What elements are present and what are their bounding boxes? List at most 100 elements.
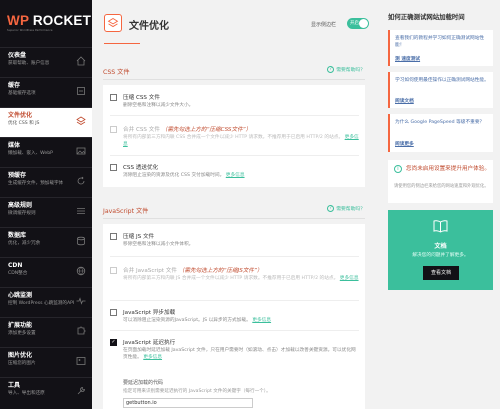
- option-desc: 删除空格和注释以减少文件大小。: [123, 103, 194, 108]
- help-box: 查看我们的教程并学习如何正确测试网站性能！ 测 速度测试: [388, 30, 493, 66]
- checkbox: [110, 267, 117, 274]
- globe-icon: [76, 266, 86, 276]
- doc-desc: 解决您的问题并了解更多。: [412, 253, 469, 258]
- option-label: 压缩 CSS 文件: [123, 95, 160, 101]
- help-box-text: 查看我们的教程并学习如何正确测试网站性能！: [395, 36, 485, 48]
- database-icon: [77, 236, 85, 246]
- home-icon: [76, 56, 86, 66]
- divider: [110, 300, 359, 301]
- more-info-link[interactable]: 更多信息: [226, 173, 245, 178]
- checkbox[interactable]: [110, 164, 117, 171]
- help-box-link[interactable]: 阅读文档: [395, 98, 414, 104]
- logo[interactable]: WP ROCKET Superior WordPress Performance: [0, 0, 92, 38]
- checkbox[interactable]: [110, 94, 117, 101]
- help-box: 学习如何使用最佳操作以正确测试网站性能。 阅读文档: [388, 72, 493, 108]
- option-desc: 移除空格和注释以减小文件体积。: [123, 242, 194, 247]
- sidebar-item-heartbeat[interactable]: 心跳监测 控制 WordPress 心跳监测的API: [0, 287, 92, 317]
- checkbox: [110, 126, 117, 133]
- section-title: CSS 文件: [103, 69, 130, 76]
- doc-title: 文档: [434, 243, 447, 250]
- sidebar-item-sub: 控制 WordPress 心跳监测的API: [8, 301, 75, 306]
- main-content: 文件优化 显示侧边栏 开启 CSS 文件 ? 需要帮助吗？ 压缩 CSS 文件 删…: [92, 0, 375, 409]
- divider: [110, 256, 359, 257]
- question-icon: ?: [327, 66, 335, 73]
- question-icon: ?: [327, 205, 335, 212]
- sidebar: WP ROCKET Superior WordPress Performance…: [0, 0, 92, 409]
- sidebar-toggle[interactable]: 开启: [347, 18, 369, 29]
- option-label: JavaScript 延迟执行: [123, 340, 176, 346]
- delay-exclusions-desc: 指定可用来识别需要延迟执行的 JavaScript 文件的关键字（每行一个）。: [123, 389, 271, 394]
- help-label: 需要帮助吗？: [336, 68, 365, 73]
- delay-exclusions-label: 要延迟加载的代码: [123, 380, 164, 386]
- documentation-card: 文档 解决您的问题并了解更多。 查看文档: [388, 210, 493, 290]
- delay-exclusions-textarea[interactable]: getbutton.io: [123, 398, 253, 408]
- cache-icon: [77, 87, 85, 95]
- tools-icon: [77, 387, 85, 395]
- option-hint: （需先勾选上方的“压缩JS文件”）: [178, 268, 263, 274]
- divider: [110, 155, 359, 156]
- aside-title: 如何正确测试网站加载时间: [388, 13, 465, 21]
- sidebar-item-dashboard[interactable]: 仪表盘 获取帮助、账户信息: [0, 47, 92, 77]
- section-divider: [103, 79, 365, 80]
- sidebar-item-cache[interactable]: 缓存 基础缓存选项: [0, 77, 92, 107]
- help-link[interactable]: ? 需要帮助吗？: [327, 205, 365, 212]
- option-desc-text: 可以消除阻止渲染资源的JavaScript。JS 以异步的方式加载。: [123, 318, 251, 323]
- info-notice: i 您尚未启用设置来提升用户体验。 请使用您的侧边栏来给您的网站速度和外观优化。: [388, 160, 493, 203]
- view-docs-button[interactable]: 查看文档: [423, 266, 459, 280]
- checkbox-checked[interactable]: ✓: [110, 339, 117, 346]
- option-label: 合并 CSS 文件 （需先勾选上方的“压缩CSS文件”）: [123, 125, 251, 133]
- sidebar-item-media[interactable]: 媒体 懒加载、嵌入、WebP: [0, 137, 92, 167]
- sidebar-item-file-optimization[interactable]: 文件优化 优化 CSS 和 JS: [0, 107, 92, 137]
- option-label-text: 合并 JavaScript 文件: [123, 268, 177, 274]
- option-desc: 可以消除阻止渲染资源的JavaScript。JS 以异步的方式加载。 更多信息: [123, 317, 359, 324]
- sidebar-item-addons[interactable]: 扩展功能 添加更多设置: [0, 317, 92, 347]
- css-section-header: CSS 文件 ? 需要帮助吗？: [103, 64, 365, 80]
- help-box-link[interactable]: 阅读更多: [395, 141, 414, 147]
- option-desc-text: 将所有内部第三方和内联 CSS 合并成一个文件以减少 HTTP 请求数。不推荐用…: [123, 135, 344, 140]
- title-underline: [104, 43, 140, 44]
- layers-icon: [104, 14, 122, 32]
- option-desc: 消除阻止渲染的资源及优化 CSS 交付加载时间。 更多信息: [123, 172, 359, 179]
- option-label: CSS 透送优化: [123, 165, 159, 171]
- page-title: 文件优化: [129, 21, 169, 32]
- layers-icon: [76, 116, 86, 125]
- option-desc-text: 消除阻止渲染的资源及优化 CSS 交付加载时间。: [123, 173, 225, 178]
- help-link[interactable]: ? 需要帮助吗？: [327, 66, 365, 73]
- sidebar-item-advanced-rules[interactable]: 高级规则 微调缓存规则: [0, 197, 92, 227]
- checkbox[interactable]: [110, 309, 117, 316]
- help-box-text: 学习如何使用最佳操作以正确测试网站性能。: [395, 78, 489, 83]
- sidebar-item-image-optimization[interactable]: 图片优化 压缩您的图片: [0, 347, 92, 377]
- book-icon: [433, 220, 448, 233]
- toggle-state-text: 开启: [350, 21, 359, 26]
- option-label: JavaScript 异步加载: [123, 310, 176, 316]
- photo-icon: [76, 357, 86, 365]
- section-title: JavaScript 文件: [103, 208, 149, 215]
- checkbox[interactable]: [110, 233, 117, 240]
- toggle-knob: [359, 19, 368, 28]
- heartbeat-icon: [76, 297, 86, 305]
- refresh-icon: [77, 176, 85, 185]
- more-info-link[interactable]: 更多信息: [252, 318, 271, 323]
- notice-title: 您尚未启用设置来提升用户体验。: [406, 166, 490, 172]
- sidebar-item-cdn[interactable]: CDN CDN整合: [0, 257, 92, 287]
- sidebar-item-tools[interactable]: 工具 导入、导出和还原: [0, 377, 92, 407]
- help-box-link[interactable]: 测 速度测试: [395, 56, 420, 62]
- option-label: 压缩 JS 文件: [123, 234, 155, 240]
- sidebar-item-database[interactable]: 数据库 优化，减少冗余: [0, 227, 92, 257]
- image-icon: [76, 147, 86, 155]
- option-desc: 在页面加载时延迟加载 JavaScript 文件，只在用户需要时（如滚动、点击）…: [123, 347, 359, 361]
- option-label: 合并 JavaScript 文件 （需先勾选上方的“压缩JS文件”）: [123, 266, 262, 274]
- more-info-link[interactable]: 更多信息: [143, 355, 162, 360]
- help-label: 需要帮助吗？: [336, 207, 365, 212]
- more-info-link[interactable]: 更多信息: [340, 276, 359, 281]
- option-hint: （需先勾选上方的“压缩CSS文件”）: [161, 127, 252, 133]
- option-desc: 将所有内部第三方和内联 JS 合并成一个文件以减少 HTTP 请求数。不推荐用于…: [123, 275, 359, 282]
- sidebar-item-preload[interactable]: 预缓存 生成缓存文件，预加载字体: [0, 167, 92, 197]
- js-options-card: 压缩 JS 文件 移除空格和注释以减小文件体积。 合并 JavaScript 文…: [103, 224, 365, 409]
- divider: [110, 330, 359, 331]
- info-icon: i: [394, 165, 402, 173]
- js-section-header: JavaScript 文件 ? 需要帮助吗？: [103, 203, 365, 219]
- logo-suffix: ROCKET: [28, 13, 92, 28]
- logo-prefix: WP: [7, 13, 29, 28]
- help-sidebar: 如何正确测试网站加载时间 查看我们的教程并学习如何正确测试网站性能！ 测 速度测…: [381, 0, 500, 409]
